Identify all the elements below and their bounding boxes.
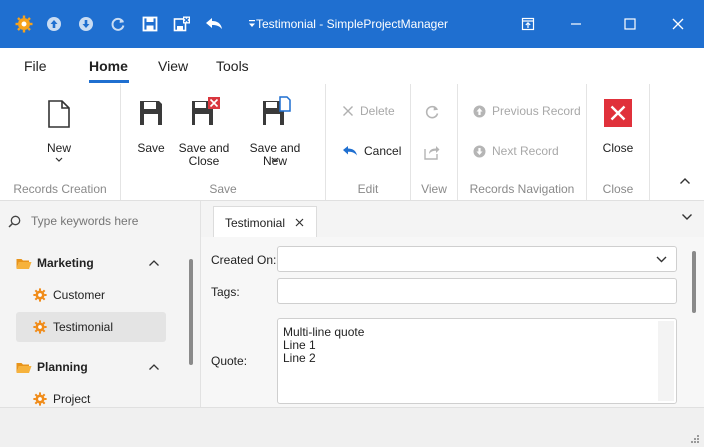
minimize-icon[interactable] [566, 14, 586, 34]
ribbon: New Records Creation Save Save and Close… [0, 84, 704, 201]
status-bar [0, 407, 704, 447]
nav-scrollbar[interactable] [189, 259, 193, 365]
cancel-button[interactable]: Cancel [342, 144, 401, 158]
save-and-close-button[interactable]: Save and Close [178, 94, 230, 174]
chevron-up-icon[interactable] [148, 259, 160, 267]
tab-tools[interactable]: Tools [216, 58, 249, 74]
quote-text: Multi-line quote Line 1 Line 2 [283, 326, 364, 365]
quote-line: Line 2 [283, 351, 316, 365]
doc-tab-testimonial[interactable]: Testimonial [213, 206, 317, 238]
created-on-field[interactable] [277, 246, 677, 272]
next-record-button[interactable]: Next Record [473, 144, 559, 158]
export-icon[interactable] [424, 144, 440, 160]
tab-file[interactable]: File [24, 58, 47, 74]
tab-view[interactable]: View [158, 58, 188, 74]
gear-icon [33, 392, 47, 406]
new-document-icon [48, 100, 70, 128]
gear-icon [33, 320, 47, 334]
save-label: Save [137, 141, 165, 155]
resize-grip-icon[interactable] [690, 434, 700, 444]
form-scrollbar[interactable] [692, 251, 696, 313]
search-box[interactable] [8, 209, 192, 233]
arrow-up-circle-icon [473, 105, 486, 117]
save-close-icon [192, 97, 220, 125]
quote-scrollbar[interactable] [658, 321, 674, 401]
group-label-save: Save [209, 182, 237, 196]
tags-label: Tags: [211, 285, 240, 299]
nav-item-label: Project [53, 392, 91, 406]
window-title: Testimonial - SimpleProjectManager [255, 17, 449, 31]
save-new-icon [263, 96, 291, 125]
new-label: New [46, 141, 71, 155]
active-tab-indicator [89, 80, 129, 83]
previous-record-button[interactable]: Previous Record [473, 104, 581, 118]
nav-group-marketing[interactable]: Marketing [16, 251, 166, 275]
chevron-down-icon [55, 157, 63, 162]
nav-group-label: Marketing [37, 256, 94, 270]
close-label: Close [602, 141, 634, 155]
group-label-records-creation: Records Creation [13, 182, 107, 196]
save-and-close-label-2: Close [188, 154, 220, 168]
restore-icon[interactable] [518, 14, 538, 34]
close-record-button[interactable]: Close [600, 94, 636, 168]
delete-x-icon [343, 106, 353, 116]
folder-open-icon [16, 362, 32, 373]
tab-list-chevron-icon[interactable] [681, 213, 693, 221]
collapse-ribbon-icon[interactable] [679, 177, 691, 185]
search-icon [8, 215, 21, 228]
quote-textarea[interactable]: Multi-line quote Line 1 Line 2 [277, 318, 677, 404]
chevron-down-icon [271, 157, 279, 162]
save-and-new-label: Save and New [249, 141, 301, 168]
doc-tab-label: Testimonial [225, 215, 286, 230]
chevron-up-icon[interactable] [148, 363, 160, 371]
group-label-edit: Edit [357, 182, 379, 196]
group-separator [649, 84, 650, 200]
cancel-arrow-icon [343, 146, 357, 156]
close-tab-icon[interactable] [295, 218, 304, 227]
cancel-label: Cancel [364, 144, 402, 158]
created-on-label: Created On: [211, 253, 277, 267]
gear-icon [33, 288, 47, 302]
group-label-records-navigation: Records Navigation [469, 182, 575, 196]
tab-home[interactable]: Home [89, 58, 128, 74]
nav-item-label: Customer [53, 288, 106, 302]
nav-item-customer[interactable]: Customer [16, 280, 166, 310]
close-red-icon [604, 99, 632, 127]
close-icon[interactable] [668, 14, 688, 34]
tags-field[interactable] [277, 278, 677, 304]
arrow-down-circle-icon [473, 145, 486, 157]
chevron-down-icon[interactable] [656, 256, 667, 263]
new-button[interactable]: New [30, 94, 88, 174]
navigation-panel: Marketing Customer Testimonial Planning … [0, 201, 201, 407]
title-bar: Testimonial - SimpleProjectManager [0, 0, 704, 48]
nav-group-label: Planning [37, 360, 88, 374]
delete-label: Delete [360, 104, 395, 118]
folder-open-icon [16, 258, 32, 269]
refresh-icon[interactable] [424, 104, 440, 120]
document-tab-bar: Testimonial [201, 201, 704, 238]
nav-item-label: Testimonial [53, 320, 114, 334]
detail-form: Created On: Tags: Quote: Multi-line quot… [201, 237, 704, 407]
search-input[interactable] [29, 213, 183, 229]
nav-group-planning[interactable]: Planning [16, 355, 166, 379]
save-button[interactable]: Save [133, 94, 169, 168]
save-icon [140, 101, 162, 125]
group-label-close: Close [602, 182, 634, 196]
previous-record-label: Previous Record [492, 104, 581, 118]
group-label-view: View [421, 182, 447, 196]
next-record-label: Next Record [492, 144, 559, 158]
quote-label: Quote: [211, 354, 248, 368]
maximize-icon[interactable] [620, 14, 640, 34]
save-and-new-button[interactable]: Save and New [238, 94, 312, 174]
nav-item-testimonial[interactable]: Testimonial [16, 312, 166, 342]
delete-button[interactable]: Delete [342, 104, 395, 118]
